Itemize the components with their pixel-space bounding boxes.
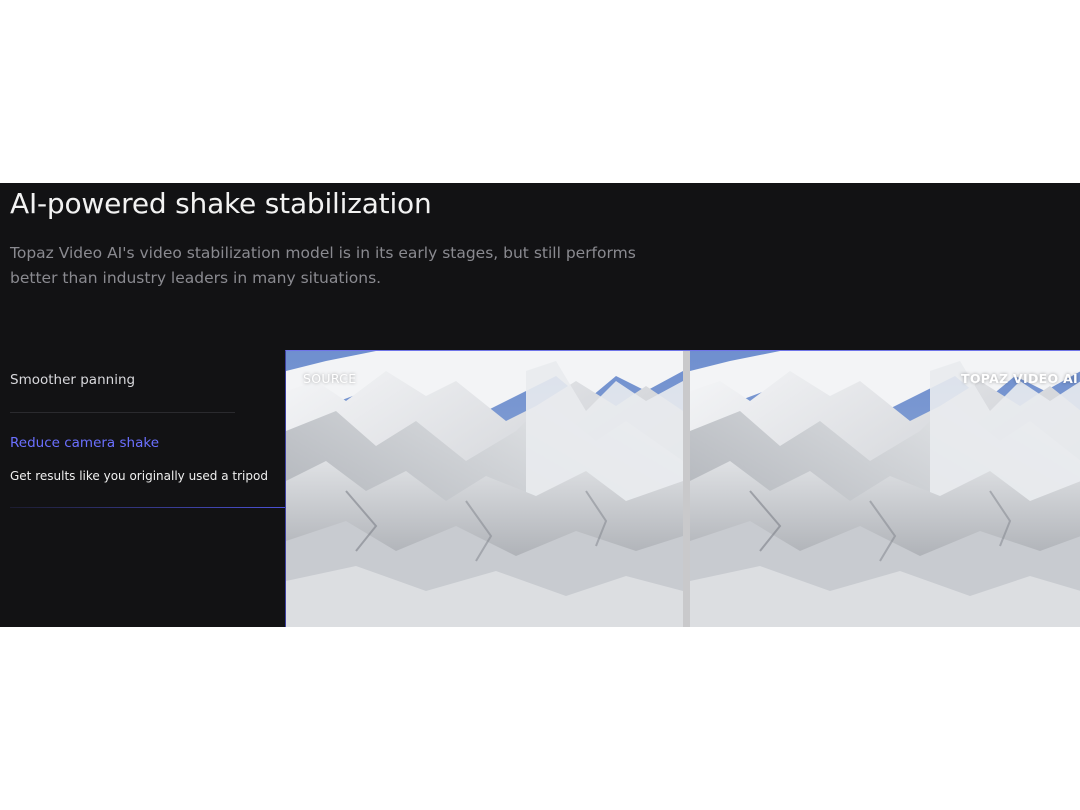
feature-description: Get results like you originally used a t… [10, 469, 268, 483]
topaz-label: TOPAZ VIDEO AI [961, 371, 1078, 386]
active-feature-indicator [10, 507, 285, 508]
topaz-video-panel: TOPAZ VIDEO AI [690, 351, 1080, 627]
stabilization-section: AI-powered shake stabilization Topaz Vid… [0, 183, 1080, 627]
comparison-slider-handle[interactable] [683, 351, 690, 627]
section-title: AI-powered shake stabilization [10, 187, 432, 220]
comparison-viewer[interactable]: SOURCE TOPAZ VIDEO AI [285, 350, 1080, 627]
section-description: Topaz Video AI's video stabilization mod… [10, 244, 636, 287]
feature-divider [10, 412, 235, 413]
glacier-image [286, 351, 683, 627]
glacier-image-stabilized [690, 351, 1080, 627]
source-label: SOURCE [303, 371, 357, 386]
feature-reduce-camera-shake[interactable]: Reduce camera shake [10, 435, 159, 451]
source-video-panel: SOURCE [286, 351, 683, 627]
feature-smoother-panning[interactable]: Smoother panning [10, 372, 135, 388]
